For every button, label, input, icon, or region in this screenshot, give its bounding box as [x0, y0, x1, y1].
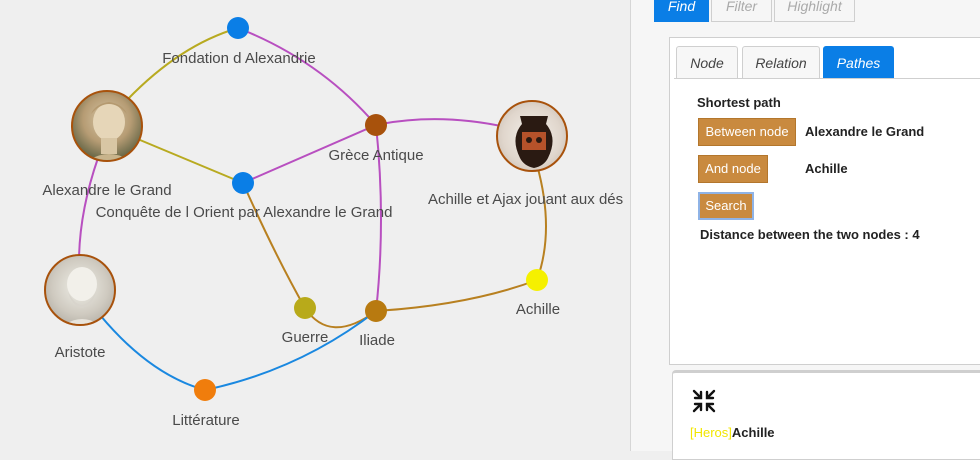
result-name[interactable]: Achille: [732, 425, 775, 440]
edge-grece-achilleajax: [375, 118, 511, 129]
edge-litterature-iliade: [204, 310, 377, 391]
node-iliade[interactable]: [365, 300, 387, 322]
edge-alexandre-conquete: [139, 139, 244, 184]
subtab-divider: [674, 78, 980, 79]
edge-fondation-grece: [237, 27, 377, 126]
amphora-icon: [515, 116, 553, 168]
subtab-pathes[interactable]: Pathes: [823, 46, 894, 78]
label-achille: Achille: [515, 301, 561, 318]
side-panel: Find Filter Highlight Node Relation Path…: [631, 0, 980, 460]
find-panel: Node Relation Pathes Shortest path Betwe…: [669, 37, 980, 365]
graph-canvas[interactable]: Fondation d Alexandrie Grèce Antique Ale…: [0, 0, 630, 451]
search-button[interactable]: Search: [698, 192, 754, 220]
and-node-value: Achille: [805, 161, 848, 176]
node-alexandre-photo[interactable]: [71, 90, 143, 162]
label-conquete: Conquête de l Orient par Alexandre le Gr…: [95, 204, 393, 221]
aristote-bust-icon: [65, 267, 99, 324]
label-achille-ajax: Achille et Ajax jouant aux dés: [428, 191, 624, 208]
collapse-arrows-icon[interactable]: [691, 388, 717, 414]
node-conquete[interactable]: [232, 172, 254, 194]
node-achille-ajax-photo[interactable]: [496, 100, 568, 172]
label-fondation: Fondation d Alexandrie: [162, 50, 316, 67]
label-alexandre: Alexandre le Grand: [42, 182, 172, 199]
and-node-button[interactable]: And node: [698, 155, 768, 183]
node-aristote-photo[interactable]: [44, 254, 116, 326]
edge-conquete-guerre: [242, 182, 306, 309]
node-guerre[interactable]: [294, 297, 316, 319]
result-line: [Heros]Achille: [690, 425, 775, 440]
edge-iliade-achille: [375, 279, 538, 312]
node-grece[interactable]: [365, 114, 387, 136]
edge-achilleajax-achille: [536, 164, 547, 281]
node-achille[interactable]: [526, 269, 548, 291]
shortest-path-heading: Shortest path: [697, 95, 781, 110]
label-aristote: Aristote: [54, 344, 106, 361]
tab-filter[interactable]: Filter: [711, 0, 772, 22]
graph-svg[interactable]: [0, 0, 630, 451]
node-litterature[interactable]: [194, 379, 216, 401]
result-category: [Heros]: [690, 425, 732, 440]
subtab-relation[interactable]: Relation: [742, 46, 820, 78]
label-grece: Grèce Antique: [328, 147, 424, 164]
between-node-button[interactable]: Between node: [698, 118, 796, 146]
tab-highlight[interactable]: Highlight: [774, 0, 855, 22]
distance-text: Distance between the two nodes : 4: [700, 227, 920, 242]
edge-aristote-litterature: [99, 314, 206, 391]
label-guerre: Guerre: [281, 329, 329, 346]
label-litterature: Littérature: [172, 412, 240, 429]
label-iliade: Iliade: [359, 332, 395, 349]
alexandre-bust-icon: [88, 102, 130, 160]
subtab-node[interactable]: Node: [676, 46, 738, 78]
tab-find[interactable]: Find: [654, 0, 709, 22]
between-node-value: Alexandre le Grand: [805, 124, 925, 139]
node-fondation[interactable]: [227, 17, 249, 39]
result-panel: [Heros]Achille: [672, 370, 980, 460]
